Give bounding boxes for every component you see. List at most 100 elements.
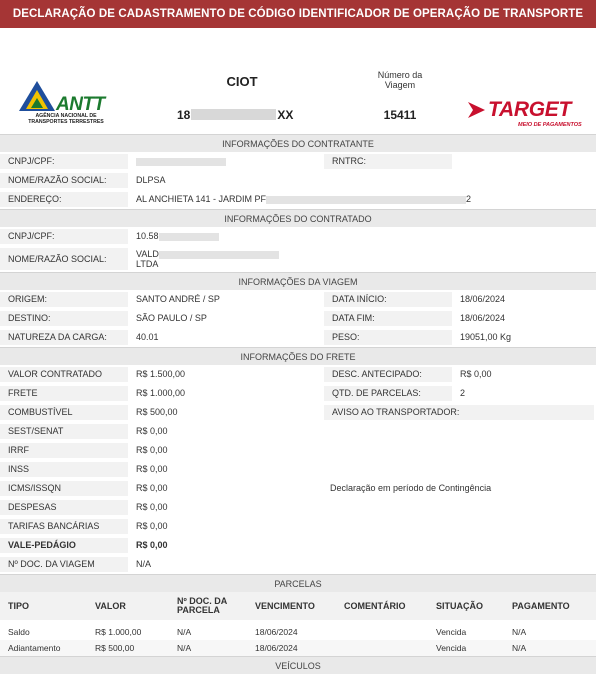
frete-item-value: R$ 0,00: [136, 540, 168, 550]
target-subtitle: MEIO DE PAGAMENTOS: [518, 122, 582, 128]
frete-row: IRRF R$ 0,00: [0, 441, 596, 460]
frete-item-label: COMBUSTÍVEL: [0, 405, 128, 420]
origem-value: SANTO ANDRÉ / SP: [136, 294, 220, 304]
frete-item-label: SEST/SENAT: [0, 424, 128, 439]
contratado-nome-value: VALD LTDA: [130, 248, 320, 270]
contratante-cnpj-label: CNPJ/CPF:: [0, 154, 128, 169]
frete-item-label: FRETE: [0, 386, 128, 401]
document-title: DECLARAÇÃO DE CADASTRAMENTO DE CÓDIGO ID…: [0, 0, 596, 28]
section-frete: INFORMAÇÕES DO FRETE: [0, 347, 596, 365]
frete-row: DESPESAS R$ 0,00: [0, 498, 596, 517]
target-logo-text: TARGET: [488, 98, 571, 121]
ciot-label: CIOT: [226, 74, 258, 89]
frete-item-value: R$ 500,00: [136, 407, 178, 417]
contratante-nome-label: NOME/RAZÃO SOCIAL:: [0, 173, 128, 188]
frete-item-value: R$ 0,00: [136, 445, 168, 455]
parcela-tipo: Adiantamento: [8, 643, 61, 653]
frete-row: INSS R$ 0,00: [0, 460, 596, 479]
section-contratado: INFORMAÇÕES DO CONTRATADO: [0, 209, 596, 227]
col-situacao: SITUAÇÃO: [436, 600, 483, 611]
viagem-row-destino: DESTINO: SÃO PAULO / SP DATA FIM: 18/06/…: [0, 309, 596, 328]
data-inicio-label: DATA INÍCIO:: [324, 292, 452, 307]
redacted-block: [158, 250, 279, 259]
frete-item-label: INSS: [0, 462, 128, 477]
contratante-row-endereco: ENDEREÇO: AL ANCHIETA 141 - JARDIM PF 2: [0, 190, 596, 209]
frete-item-label: ICMS/ISSQN: [0, 481, 128, 496]
parcela-pagamento: N/A: [512, 627, 527, 637]
frete-item-value: R$ 0,00: [136, 464, 168, 474]
data-fim-value: 18/06/2024: [460, 313, 506, 323]
peso-value: 19051,00 Kg: [460, 332, 512, 342]
peso-label: PESO:: [324, 330, 452, 345]
data-fim-label: DATA FIM:: [324, 311, 452, 326]
section-parcelas: PARCELAS: [0, 574, 596, 592]
col-tipo: TIPO: [8, 600, 30, 611]
section-viagem: INFORMAÇÕES DA VIAGEM: [0, 272, 596, 290]
frete-item-label: IRRF: [0, 443, 128, 458]
qtd-parcelas-value: 2: [460, 388, 466, 398]
ciot-value: 18 XX: [177, 108, 294, 122]
document-header: ANTT AGÊNCIA NACIONAL DE TRANSPORTES TER…: [0, 28, 596, 134]
parcela-doc: N/A: [177, 627, 192, 637]
frete-row: TARIFAS BANCÁRIAS R$ 0,00: [0, 517, 596, 536]
redacted-block: [191, 109, 277, 120]
frete-row: VALE-PEDÁGIO R$ 0,00: [0, 536, 596, 555]
section-contratante: INFORMAÇÕES DO CONTRATANTE: [0, 134, 596, 152]
target-arrow-icon: [468, 102, 485, 118]
frete-row: COMBUSTÍVEL R$ 500,00 AVISO AO TRANSPORT…: [0, 403, 596, 422]
parcela-valor: R$ 500,00: [95, 643, 135, 653]
natureza-carga-value: 40.01: [136, 332, 159, 342]
contratante-rntrc-label: RNTRC:: [324, 154, 452, 169]
col-pagamento: PAGAMENTO: [512, 600, 570, 611]
contratante-row-cnpj: CNPJ/CPF: RNTRC:: [0, 152, 596, 171]
frete-row: SEST/SENAT R$ 0,00: [0, 422, 596, 441]
contratante-rntrc-value: [454, 154, 594, 169]
contratado-cnpj-value: 10.58: [130, 229, 320, 244]
viagem-row-origem: ORIGEM: SANTO ANDRÉ / SP DATA INÍCIO: 18…: [0, 290, 596, 309]
frete-row: Nº DOC. DA VIAGEM N/A: [0, 555, 596, 574]
contratante-endereco-value: AL ANCHIETA 141 - JARDIM PF 2: [136, 194, 472, 204]
parcela-pagamento: N/A: [512, 643, 527, 653]
frete-item-label: TARIFAS BANCÁRIAS: [0, 519, 128, 534]
parcela-vencimento: 18/06/2024: [255, 643, 298, 653]
desc-antecipado-value: R$ 0,00: [460, 369, 492, 379]
frete-row: VALOR CONTRATADO R$ 1.500,00 DESC. ANTEC…: [0, 365, 596, 384]
contratante-row-nome: NOME/RAZÃO SOCIAL: DLPSA: [0, 171, 596, 190]
parcela-doc: N/A: [177, 643, 192, 653]
contratante-endereco-label: ENDEREÇO:: [0, 192, 128, 207]
desc-antecipado-label: DESC. ANTECIPADO:: [324, 367, 452, 382]
table-row: Adiantamento R$ 500,00 N/A 18/06/2024 Ve…: [0, 640, 596, 656]
viagem-number-value: 15411: [383, 108, 417, 122]
viagem-number-label: Número da Viagem: [377, 70, 423, 90]
destino-label: DESTINO:: [0, 311, 128, 326]
frete-item-value: R$ 0,00: [136, 483, 168, 493]
redacted-block: [136, 157, 226, 166]
col-valor: VALOR: [95, 600, 126, 611]
parcela-tipo: Saldo: [8, 627, 30, 637]
frete-item-label: Nº DOC. DA VIAGEM: [0, 557, 128, 572]
aviso-transportador-label: AVISO AO TRANSPORTADOR:: [324, 405, 594, 420]
antt-triangle-icon: [19, 81, 55, 111]
frete-item-value: R$ 0,00: [136, 502, 168, 512]
frete-row: ICMS/ISSQN R$ 0,00 Declaração em período…: [0, 479, 596, 498]
frete-item-label: DESPESAS: [0, 500, 128, 515]
contratante-nome-value: DLPSA: [136, 175, 166, 185]
data-inicio-value: 18/06/2024: [460, 294, 506, 304]
contratado-nome-label: NOME/RAZÃO SOCIAL:: [0, 248, 128, 270]
parcela-vencimento: 18/06/2024: [255, 627, 298, 637]
contingencia-notice: Declaração em período de Contingência: [330, 483, 492, 493]
contratado-row-cnpj: CNPJ/CPF: 10.58: [0, 227, 596, 246]
section-veiculos: VEÍCULOS: [0, 656, 596, 674]
antt-logo: ANTT AGÊNCIA NACIONAL DE TRANSPORTES TER…: [16, 80, 116, 134]
target-logo: TARGET MEIO DE PAGAMENTOS: [466, 98, 582, 134]
frete-item-value: R$ 1.500,00: [136, 369, 186, 379]
redacted-block: [158, 232, 219, 241]
frete-item-value: R$ 1.000,00: [136, 388, 186, 398]
qtd-parcelas-label: QTD. DE PARCELAS:: [324, 386, 452, 401]
frete-item-value: R$ 0,00: [136, 426, 168, 436]
col-comentario: COMENTÁRIO: [344, 600, 406, 611]
frete-item-label: VALOR CONTRATADO: [0, 367, 128, 382]
viagem-row-natureza: NATUREZA DA CARGA: 40.01 PESO: 19051,00 …: [0, 328, 596, 347]
parcela-valor: R$ 1.000,00: [95, 627, 142, 637]
redacted-block: [266, 195, 467, 204]
